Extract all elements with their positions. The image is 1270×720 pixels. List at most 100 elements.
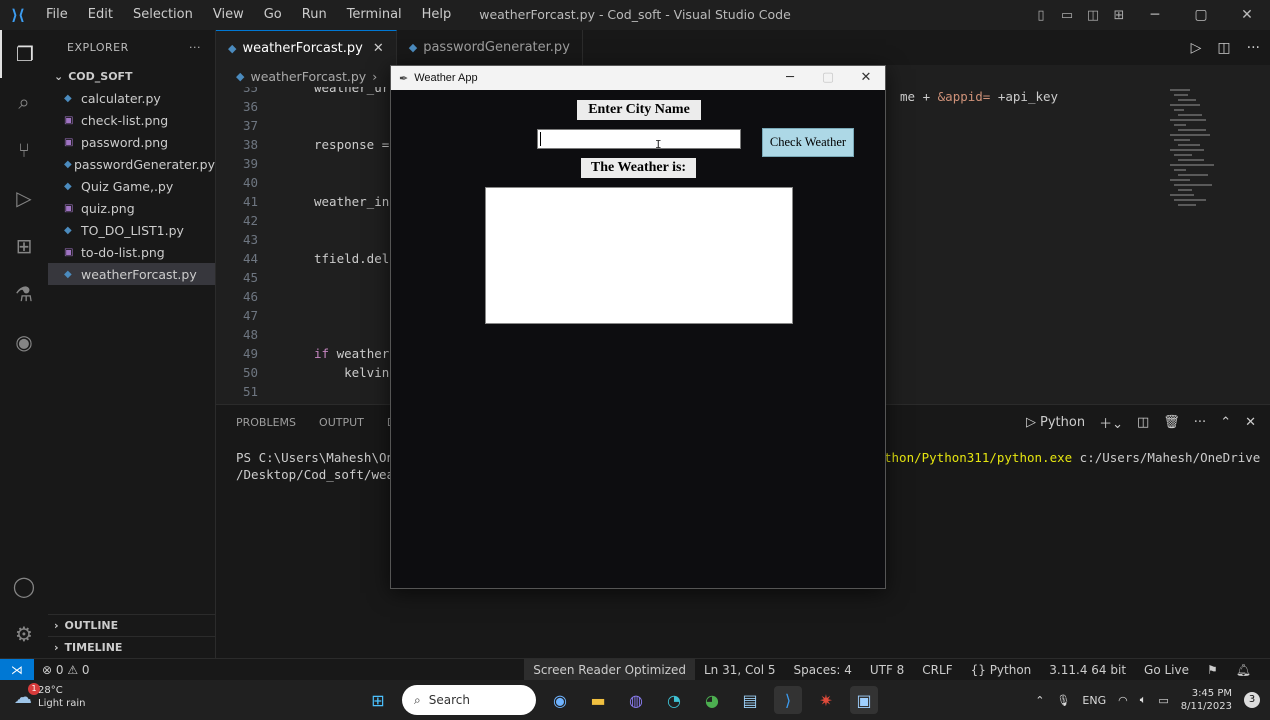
menu-terminal[interactable]: Terminal [337,0,412,30]
terminal-line-1: PS C:\Users\Mahesh\On [236,450,395,465]
copilot-icon[interactable]: ◉ [546,686,574,714]
clock[interactable]: 3:45 PM 8/11/2023 [1181,687,1232,713]
menu-selection[interactable]: Selection [123,0,203,30]
tab-passwordgenerater[interactable]: ◆ passwordGenerater.py [397,30,583,65]
testing-icon[interactable]: ⚗ [0,270,48,318]
more-actions-icon[interactable]: ··· [189,41,201,54]
close-tab-icon[interactable]: ✕ [373,41,384,56]
taskbar-search[interactable]: ⌕ Search [402,685,536,715]
file-item[interactable]: ◆ passwordGenerater.py [48,153,215,175]
remote-indicator-icon[interactable]: ⋊ [0,658,34,681]
minimap-line [1174,109,1184,111]
python-file-icon: ◆ [64,92,72,104]
menu-help[interactable]: Help [412,0,462,30]
vscode-taskbar-icon[interactable]: ⟩ [774,686,802,714]
notification-count-badge[interactable]: 3 [1244,692,1260,708]
file-item[interactable]: ◆ TO_DO_LIST1.py [48,219,215,241]
customize-layout-icon[interactable]: ⊞ [1106,8,1132,23]
settings-gear-icon[interactable]: ⚙ [0,610,48,658]
go-live-button[interactable]: Go Live [1135,663,1198,677]
tab-problems[interactable]: PROBLEMS [236,416,296,429]
tab-weatherforcast[interactable]: ◆ weatherForcast.py ✕ [216,30,397,65]
indentation[interactable]: Spaces: 4 [785,663,861,677]
minimap[interactable] [1170,87,1250,227]
close-window-icon[interactable]: ✕ [1224,7,1270,23]
vscode-logo-icon: ⟩⟨ [11,6,25,24]
start-windows-icon[interactable]: ⊞ [364,686,392,714]
split-editor-icon[interactable]: ◫ [1217,40,1230,56]
accounts-icon[interactable]: ◯ [0,562,48,610]
chrome-icon[interactable]: ◕ [698,686,726,714]
split-terminal-icon[interactable]: ◫ [1137,415,1149,430]
toggle-panel-icon[interactable]: ▭ [1054,8,1080,23]
maximize-panel-icon[interactable]: ⌃ [1220,415,1231,430]
more-actions-icon[interactable]: ··· [1247,40,1260,56]
python-interpreter[interactable]: 3.11.4 64 bit [1040,663,1135,677]
file-item[interactable]: ▣ to-do-list.png [48,241,215,263]
run-debug-icon[interactable]: ▷ [0,174,48,222]
toggle-sidebar-icon[interactable]: ▯ [1028,8,1054,23]
close-panel-icon[interactable]: ✕ [1245,415,1256,430]
weather-app-titlebar[interactable]: ✒ Weather App ─ ▢ ✕ [391,66,885,90]
screen-reader-status[interactable]: Screen Reader Optimized [524,659,695,681]
breadcrumb-file[interactable]: weatherForcast.py [250,69,366,84]
notifications-icon[interactable]: 🔔︎ [1227,663,1260,677]
line-ending[interactable]: CRLF [913,663,961,677]
cursor-position[interactable]: Ln 31, Col 5 [695,663,785,677]
kill-terminal-icon[interactable]: 🗑 [1163,415,1180,430]
terminal-name[interactable]: Python [1040,415,1085,430]
extensions-icon[interactable]: ⊞ [0,222,48,270]
encoding[interactable]: UTF 8 [861,663,913,677]
close-icon[interactable]: ✕ [847,66,885,90]
search-icon[interactable]: ⌕ [0,78,48,126]
problems-count[interactable]: ⊗ 0 ⚠ 0 [34,663,90,677]
language-mode[interactable]: {} Python [962,663,1041,677]
toggle-secondary-sidebar-icon[interactable]: ◫ [1080,8,1106,23]
weather-result-text[interactable] [485,187,793,324]
restore-icon[interactable]: ▢ [1178,7,1224,23]
source-control-icon[interactable]: ⑂ [0,126,48,174]
python-icon[interactable]: ◉ [0,318,48,366]
edge-browser-icon[interactable]: ◔ [660,686,688,714]
microphone-icon[interactable]: 🎙︎ [1056,694,1070,707]
language-indicator[interactable]: ENG [1082,694,1106,707]
city-input[interactable] [537,129,741,149]
file-item[interactable]: ◆ Quiz Game,.py [48,175,215,197]
minimap-line [1170,164,1214,166]
tk-window-icon[interactable]: ▣ [850,686,878,714]
menu-go[interactable]: Go [254,0,292,30]
status-bar: ⋊ ⊗ 0 ⚠ 0 Screen Reader Optimized Ln 31,… [0,658,1270,681]
weather-widget[interactable]: ☁ 1 28°C Light rain [14,682,86,710]
tab-output[interactable]: OUTPUT [319,416,364,429]
file-item[interactable]: ◆ calculater.py [48,87,215,109]
folder-cod-soft[interactable]: ⌄ COD_SOFT [48,65,215,87]
chat-icon[interactable]: ◍ [622,686,650,714]
minimize-icon[interactable]: ─ [1132,7,1178,23]
notepad-icon[interactable]: ▤ [736,686,764,714]
feedback-icon[interactable]: ⚑ [1198,663,1227,677]
file-item[interactable]: ▣ check-list.png [48,109,215,131]
chevron-up-icon[interactable]: ⌃ [1035,694,1044,707]
run-file-icon[interactable]: ▷ [1191,40,1202,56]
file-item[interactable]: ◆ weatherForcast.py [48,263,215,285]
menu-file[interactable]: File [36,0,78,30]
battery-icon[interactable]: ▭ [1158,694,1168,707]
file-explorer-icon[interactable]: ▬ [584,686,612,714]
minimize-icon[interactable]: ─ [771,66,809,90]
timeline-section[interactable]: › TIMELINE [48,636,216,658]
wifi-icon[interactable]: ◠ [1118,694,1128,707]
file-item[interactable]: ▣ quiz.png [48,197,215,219]
menu-run[interactable]: Run [292,0,337,30]
python-feather-icon[interactable]: ✷ [812,686,840,714]
menu-bar: File Edit Selection View Go Run Terminal… [36,0,461,30]
more-actions-icon[interactable]: ··· [1194,415,1206,430]
menu-edit[interactable]: Edit [78,0,123,30]
line-number: 48 [242,327,258,342]
new-terminal-icon[interactable]: ＋⌄ [1099,413,1123,432]
explorer-icon[interactable]: ❐ [0,30,48,78]
check-weather-button[interactable]: Check Weather [762,128,854,157]
file-item[interactable]: ▣ password.png [48,131,215,153]
volume-icon[interactable]: 🔈︎ [1140,693,1147,707]
outline-section[interactable]: › OUTLINE [48,614,216,636]
menu-view[interactable]: View [203,0,254,30]
